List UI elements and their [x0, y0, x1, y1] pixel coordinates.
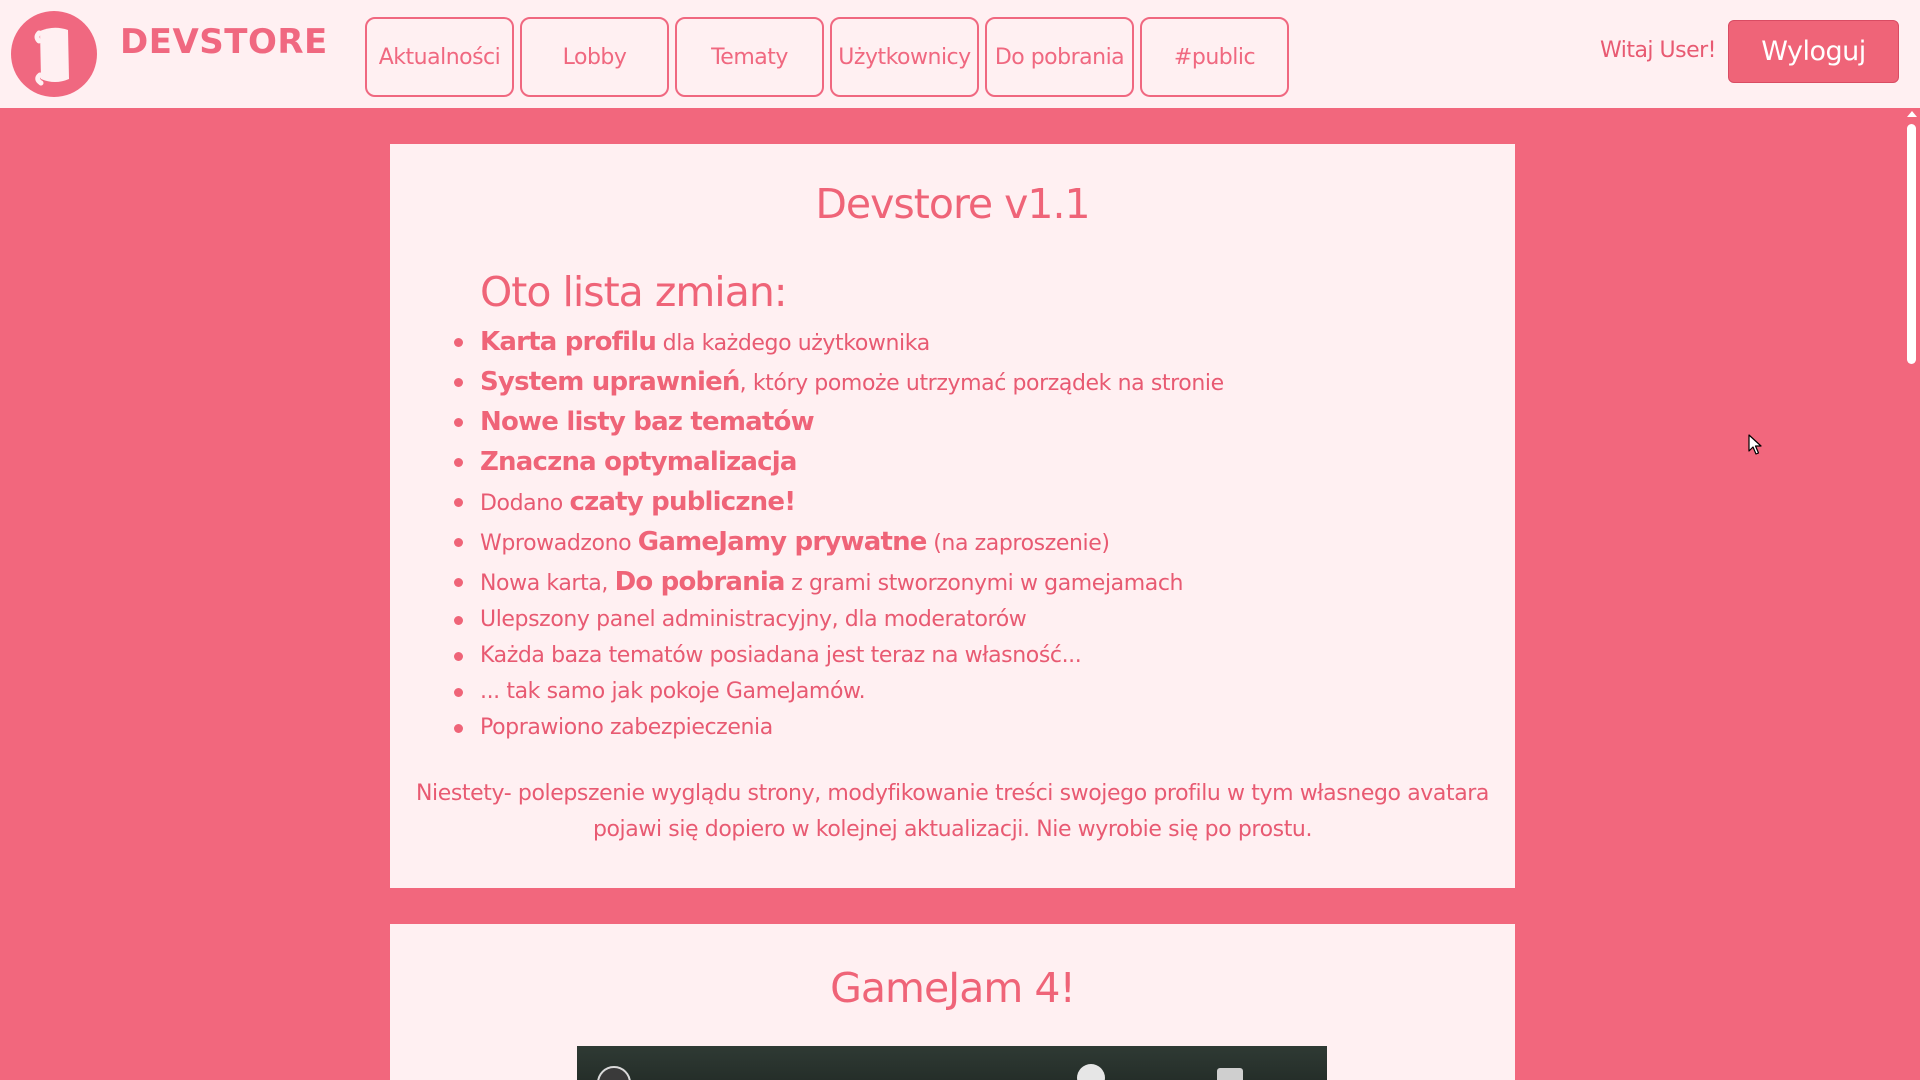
list-item: System uprawnień, który pomoże utrzymać … — [454, 362, 1224, 402]
share-icon[interactable] — [1217, 1068, 1243, 1080]
list-item: Nowa karta, Do pobrania z grami stworzon… — [454, 562, 1224, 602]
list-item: Każda baza tematów posiadana jest teraz … — [454, 638, 1224, 674]
post-title: GameJam 4! — [830, 964, 1076, 1012]
list-item: Znaczna optymalizacja — [454, 442, 1224, 482]
scroll-up-arrow-icon[interactable] — [1907, 111, 1917, 117]
list-item: Nowe listy baz tematów — [454, 402, 1224, 442]
changes-list: Karta profilu dla każdego użytkownika Sy… — [454, 322, 1224, 746]
post-title: Devstore v1.1 — [815, 180, 1090, 228]
channel-avatar-icon[interactable] — [597, 1066, 631, 1080]
brand-name[interactable]: DEVSTORE — [120, 22, 328, 62]
mouse-cursor-icon — [1748, 434, 1764, 460]
list-item: Wprowadzono GameJamy prywatne (na zapros… — [454, 522, 1224, 562]
main-nav: Aktualności Lobby Tematy Użytkownicy Do … — [365, 17, 1295, 97]
list-item: Poprawiono zabezpieczenia — [454, 710, 1224, 746]
embedded-video[interactable] — [577, 1046, 1327, 1080]
news-post-card: GameJam 4! — [390, 924, 1515, 1080]
page-scrollbar[interactable] — [1903, 108, 1920, 1080]
scrollbar-thumb[interactable] — [1907, 124, 1916, 364]
nav-tematy-button[interactable]: Tematy — [675, 17, 824, 97]
nav-aktualnosci-button[interactable]: Aktualności — [365, 17, 514, 97]
logout-button[interactable]: Wyloguj — [1728, 20, 1899, 83]
info-icon[interactable] — [1077, 1064, 1105, 1080]
list-item: ... tak samo jak pokoje GameJamów. — [454, 674, 1224, 710]
list-item: Karta profilu dla każdego użytkownika — [454, 322, 1224, 362]
top-navbar: DEVSTORE Aktualności Lobby Tematy Użytko… — [0, 0, 1920, 108]
devstore-logo-icon[interactable] — [11, 11, 97, 97]
welcome-text: Witaj User! — [1599, 38, 1717, 63]
changes-heading: Oto lista zmian: — [480, 268, 788, 316]
list-item: Dodano czaty publiczne! — [454, 482, 1224, 522]
nav-public-button[interactable]: #public — [1140, 17, 1289, 97]
nav-do-pobrania-button[interactable]: Do pobrania — [985, 17, 1134, 97]
list-item: Ulepszony panel administracyjny, dla mod… — [454, 602, 1224, 638]
nav-uzytkownicy-button[interactable]: Użytkownicy — [830, 17, 979, 97]
post-note: Niestety- polepszenie wyglądu strony, mo… — [415, 781, 1490, 842]
news-post-card: Devstore v1.1 Oto lista zmian: Karta pro… — [390, 144, 1515, 888]
nav-lobby-button[interactable]: Lobby — [520, 17, 669, 97]
